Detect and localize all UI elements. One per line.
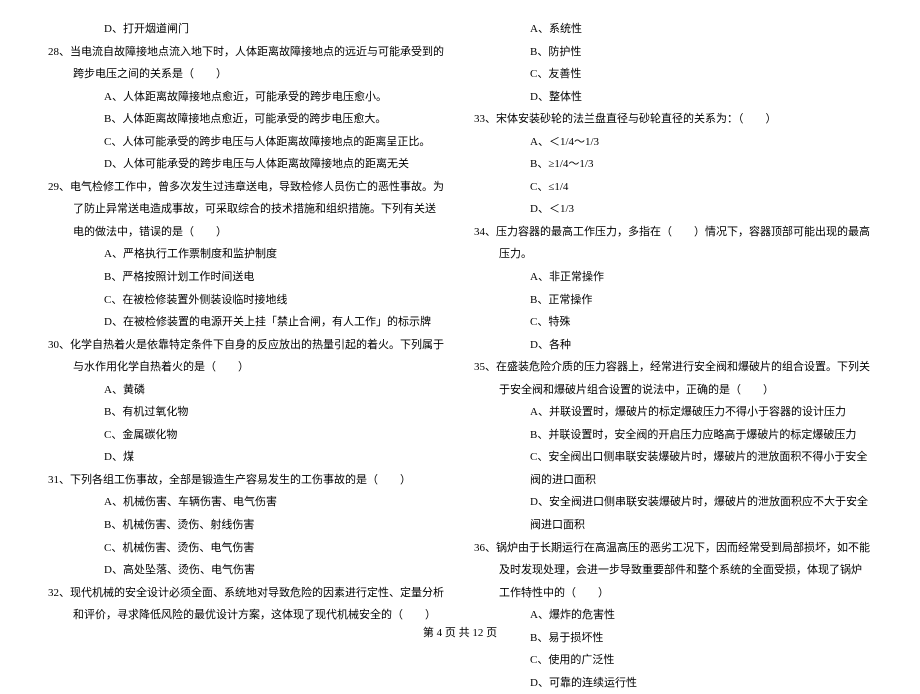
q33-option-a: A、＜1/4～1/3 [474,131,872,154]
q33-option-d: D、＜1/3 [474,198,872,221]
q33-option-b: B、≥1/4～1/3 [474,153,872,176]
left-column: D、打开烟道闸门 28、当电流自故障接地点流入地下时，人体距离故障接地点的远近与… [48,18,446,603]
q30-option-a: A、黄磷 [48,379,446,402]
q32-stem: 32、现代机械的安全设计必须全面、系统地对导致危险的因素进行定性、定量分析和评价… [48,582,446,627]
q29-option-b: B、严格按照计划工作时间送电 [48,266,446,289]
q31-option-d: D、高处坠落、烫伤、电气伤害 [48,559,446,582]
page-footer: 第 4 页 共 12 页 [0,624,920,640]
q28-option-d: D、人体可能承受的跨步电压与人体距离故障接地点的距离无关 [48,153,446,176]
q31-option-c: C、机械伤害、烫伤、电气伤害 [48,537,446,560]
q33-stem: 33、宋体安装砂轮的法兰盘直径与砂轮直径的关系为：（ ） [474,108,872,131]
q36-option-d: D、可靠的连续运行性 [474,672,872,694]
q32-option-c: C、友善性 [474,63,872,86]
q34-option-c: C、特殊 [474,311,872,334]
q31-option-b: B、机械伤害、烫伤、射线伤害 [48,514,446,537]
q29-option-a: A、严格执行工作票制度和监护制度 [48,243,446,266]
q28-option-b: B、人体距离故障接地点愈近，可能承受的跨步电压愈大。 [48,108,446,131]
q27-option-d: D、打开烟道闸门 [48,18,446,41]
q29-option-d: D、在被检修装置的电源开关上挂「禁止合闸，有人工作」的标示牌 [48,311,446,334]
q35-option-b: B、并联设置时，安全阀的开启压力应略高于爆破片的标定爆破压力 [474,424,872,447]
q32-option-b: B、防护性 [474,41,872,64]
q28-option-c: C、人体可能承受的跨步电压与人体距离故障接地点的距离呈正比。 [48,131,446,154]
q35-option-a: A、并联设置时，爆破片的标定爆破压力不得小于容器的设计压力 [474,401,872,424]
q36-stem: 36、锅炉由于长期运行在高温高压的恶劣工况下，因而经常受到局部损坏，如不能及时发… [474,537,872,605]
q32-option-a: A、系统性 [474,18,872,41]
q31-option-a: A、机械伤害、车辆伤害、电气伤害 [48,491,446,514]
q34-option-d: D、各种 [474,334,872,357]
q31-stem: 31、下列各组工伤事故，全部是锻造生产容易发生的工伤事故的是（ ） [48,469,446,492]
q32-option-d: D、整体性 [474,86,872,109]
q34-option-a: A、非正常操作 [474,266,872,289]
right-column: A、系统性 B、防护性 C、友善性 D、整体性 33、宋体安装砂轮的法兰盘直径与… [474,18,872,603]
q33-option-c: C、≤1/4 [474,176,872,199]
q30-option-d: D、煤 [48,446,446,469]
q28-stem: 28、当电流自故障接地点流入地下时，人体距离故障接地点的远近与可能承受到的跨步电… [48,41,446,86]
q34-stem: 34、压力容器的最高工作压力，多指在（ ）情况下，容器顶部可能出现的最高压力。 [474,221,872,266]
q30-option-c: C、金属碳化物 [48,424,446,447]
q35-stem: 35、在盛装危险介质的压力容器上，经常进行安全阀和爆破片的组合设置。下列关于安全… [474,356,872,401]
q30-stem: 30、化学自热着火是依靠特定条件下自身的反应放出的热量引起的着火。下列属于与水作… [48,334,446,379]
q30-option-b: B、有机过氧化物 [48,401,446,424]
two-column-layout: D、打开烟道闸门 28、当电流自故障接地点流入地下时，人体距离故障接地点的远近与… [48,18,872,603]
q29-option-c: C、在被检修装置外侧装设临时接地线 [48,289,446,312]
q34-option-b: B、正常操作 [474,289,872,312]
q36-option-c: C、使用的广泛性 [474,649,872,672]
q35-option-c: C、安全阀出口侧串联安装爆破片时，爆破片的泄放面积不得小于安全阀的进口面积 [474,446,872,491]
q28-option-a: A、人体距离故障接地点愈近，可能承受的跨步电压愈小。 [48,86,446,109]
q35-option-d: D、安全阀进口侧串联安装爆破片时，爆破片的泄放面积应不大于安全阀进口面积 [474,491,872,536]
q29-stem: 29、电气检修工作中，曾多次发生过违章送电，导致检修人员伤亡的恶性事故。为了防止… [48,176,446,244]
